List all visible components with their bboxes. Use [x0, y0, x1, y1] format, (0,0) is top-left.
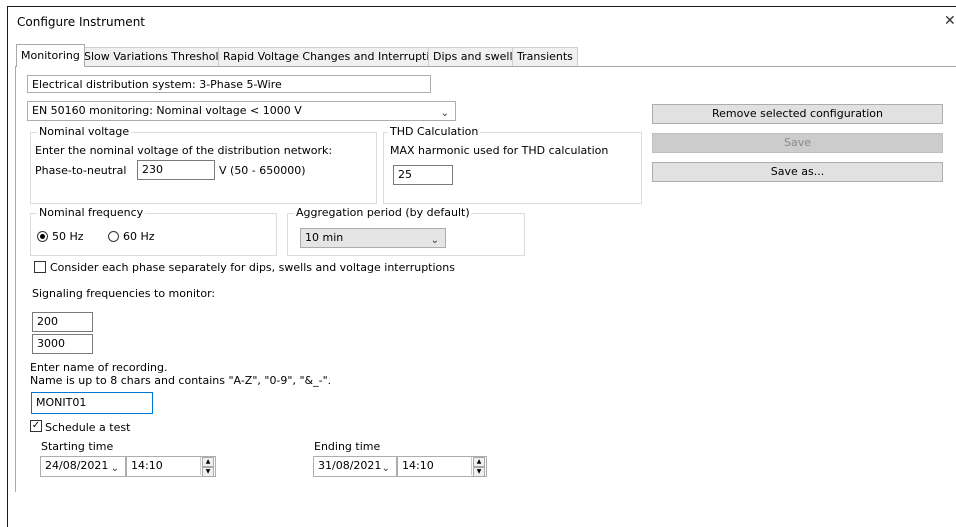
end-date-value: 31/08/2021	[318, 459, 382, 472]
schedule-test-checkbox[interactable]: ✓	[30, 420, 42, 432]
tab-dips-and-swells[interactable]: Dips and swells	[428, 47, 524, 66]
thd-calculation-legend: THD Calculation	[388, 125, 481, 138]
aggregation-period-legend: Aggregation period (by default)	[294, 206, 472, 219]
end-time-spin-buttons[interactable]: ▲ ▼	[471, 457, 486, 477]
monitoring-standard-value: EN 50160 monitoring: Nominal voltage < 1…	[32, 104, 302, 117]
frequency-60hz-label: 60 Hz	[123, 230, 155, 243]
thd-max-harmonic-label: MAX harmonic used for THD calculation	[390, 144, 609, 157]
chevron-down-icon: ⌄	[110, 463, 119, 474]
ending-time-label: Ending time	[314, 440, 381, 453]
start-date-value: 24/08/2021	[45, 459, 109, 472]
aggregation-period-select[interactable]: 10 min ⌄	[300, 228, 446, 248]
nominal-voltage-legend: Nominal voltage	[37, 125, 132, 138]
tab-rapid-voltage-changes[interactable]: Rapid Voltage Changes and Interruptions	[218, 47, 454, 66]
save-as-button[interactable]: Save as...	[652, 162, 943, 182]
phase-to-neutral-label: Phase-to-neutral	[35, 164, 127, 177]
frequency-50hz-label: 50 Hz	[52, 230, 84, 243]
start-time-value: 14:10	[131, 459, 163, 472]
end-time-value: 14:10	[402, 459, 434, 472]
recording-instruction-1: Enter name of recording.	[30, 361, 168, 374]
close-icon[interactable]: ✕	[944, 13, 956, 29]
spin-down-icon[interactable]: ▼	[473, 467, 485, 477]
tab-slow-variations-thresholds[interactable]: Slow Variations Thresholds	[79, 47, 237, 66]
window-title: Configure Instrument	[17, 15, 145, 29]
monitoring-tab-panel	[15, 66, 956, 492]
nominal-voltage-input[interactable]: 230	[137, 160, 215, 180]
separate-phase-checkbox[interactable]	[34, 261, 46, 273]
distribution-system-field: Electrical distribution system: 3-Phase …	[27, 75, 431, 93]
thd-max-harmonic-input[interactable]: 25	[393, 165, 453, 185]
chevron-down-icon: ⌄	[440, 108, 449, 119]
start-date-picker[interactable]: 24/08/2021 ⌄	[40, 456, 126, 477]
chevron-down-icon: ⌄	[430, 235, 439, 246]
spin-down-icon[interactable]: ▼	[202, 467, 214, 477]
signaling-frequencies-label: Signaling frequencies to monitor:	[32, 287, 216, 300]
signaling-frequency-input-2[interactable]: 3000	[32, 334, 93, 354]
voltage-range-label: V (50 - 650000)	[219, 164, 306, 177]
frequency-50hz-radio[interactable]	[37, 231, 48, 242]
recording-name-input[interactable]: MONIT01	[31, 392, 153, 414]
aggregation-period-value: 10 min	[305, 231, 344, 244]
save-button[interactable]: Save	[652, 133, 943, 153]
nominal-voltage-instruction: Enter the nominal voltage of the distrib…	[35, 144, 333, 157]
end-date-picker[interactable]: 31/08/2021 ⌄	[313, 456, 397, 477]
start-time-spin-buttons[interactable]: ▲ ▼	[200, 457, 215, 477]
frequency-60hz-radio[interactable]	[108, 231, 119, 242]
signaling-frequency-input-1[interactable]: 200	[32, 312, 93, 332]
schedule-test-label: Schedule a test	[45, 421, 131, 434]
nominal-frequency-legend: Nominal frequency	[37, 206, 146, 219]
spin-up-icon[interactable]: ▲	[473, 457, 485, 467]
start-time-spinner[interactable]: 14:10 ▲ ▼	[126, 456, 216, 477]
monitoring-standard-select[interactable]: EN 50160 monitoring: Nominal voltage < 1…	[27, 101, 456, 121]
recording-instruction-2: Name is up to 8 chars and contains "A-Z"…	[30, 374, 332, 387]
tab-monitoring[interactable]: Monitoring	[16, 44, 85, 67]
tab-transients[interactable]: Transients	[512, 47, 578, 66]
end-time-spinner[interactable]: 14:10 ▲ ▼	[397, 456, 487, 477]
chevron-down-icon: ⌄	[381, 463, 390, 474]
spin-up-icon[interactable]: ▲	[202, 457, 214, 467]
remove-configuration-button[interactable]: Remove selected configuration	[652, 104, 943, 124]
separate-phase-label: Consider each phase separately for dips,…	[50, 261, 455, 274]
starting-time-label: Starting time	[41, 440, 114, 453]
